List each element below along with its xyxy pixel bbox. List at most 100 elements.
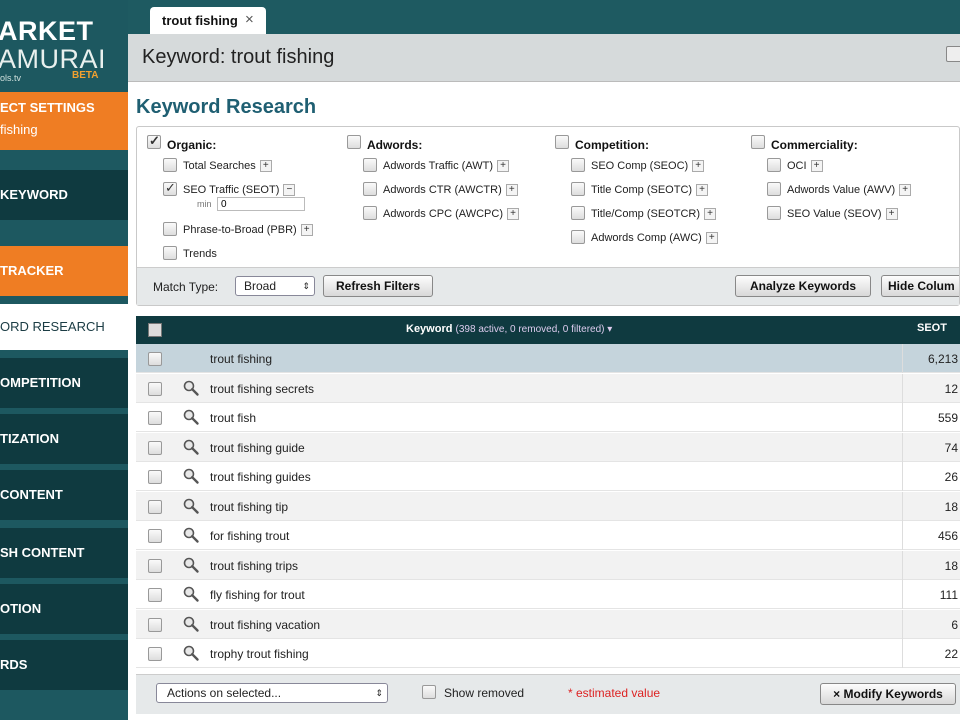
- match-type-select[interactable]: Broad ⇕: [235, 276, 315, 296]
- actions-select[interactable]: Actions on selected... ⇕: [156, 683, 388, 703]
- row-checkbox[interactable]: [148, 470, 162, 484]
- magnifier-icon[interactable]: [182, 615, 200, 633]
- tab-trout-fishing[interactable]: trout fishing ×: [150, 7, 266, 35]
- sidebar-item-content[interactable]: CONTENT: [0, 470, 128, 520]
- magnifier-icon[interactable]: [182, 379, 200, 397]
- plus-icon[interactable]: +: [505, 184, 518, 196]
- modify-keywords-button[interactable]: × Modify Keywords: [820, 683, 956, 705]
- table-row[interactable]: trophy trout fishing 22: [136, 639, 960, 668]
- magnifier-icon[interactable]: [182, 585, 200, 603]
- trends-checkbox[interactable]: [163, 246, 177, 260]
- row-checkbox[interactable]: [148, 529, 162, 543]
- table-row[interactable]: trout fishing tip 18: [136, 491, 960, 521]
- magnifier-icon[interactable]: [182, 408, 200, 426]
- adwords-ctr-checkbox[interactable]: [363, 182, 377, 196]
- adwords-traffic-checkbox[interactable]: [363, 158, 377, 172]
- window-button[interactable]: [946, 46, 960, 62]
- sidebar-item-rewards[interactable]: RDS: [0, 640, 128, 690]
- plus-icon[interactable]: +: [507, 208, 519, 220]
- sidebar-item-project-settings[interactable]: ECT SETTINGS fishing: [0, 92, 128, 150]
- seo-value-checkbox[interactable]: [767, 206, 781, 220]
- minus-icon[interactable]: −: [283, 184, 296, 196]
- keyword-column-header[interactable]: Keyword (398 active, 0 removed, 0 filter…: [406, 323, 612, 335]
- filter-item-label: OCI: [787, 160, 807, 172]
- sidebar-item-competition[interactable]: OMPETITION: [0, 358, 128, 408]
- sidebar-item-publish-content[interactable]: SH CONTENT: [0, 528, 128, 578]
- table-row[interactable]: fly fishing for trout 111: [136, 580, 960, 609]
- adwords-value-checkbox[interactable]: [767, 182, 781, 196]
- adwords-cpc-checkbox[interactable]: [363, 206, 377, 220]
- magnifier-icon[interactable]: [182, 497, 200, 515]
- select-all-checkbox[interactable]: [148, 323, 162, 337]
- seot-cell: 456: [902, 521, 960, 550]
- table-row[interactable]: trout fishing secrets 12: [136, 373, 960, 403]
- sidebar-item-tracker[interactable]: TRACKER: [0, 246, 128, 296]
- sidebar-item-optimization[interactable]: TIZATION: [0, 414, 128, 464]
- seot-cell: 74: [902, 432, 960, 462]
- adwords-comp-checkbox[interactable]: [571, 230, 585, 244]
- plus-icon[interactable]: +: [810, 160, 823, 172]
- min-label: min: [197, 199, 212, 209]
- sidebar-item-keyword[interactable]: KEYWORD: [0, 170, 128, 220]
- seot-column-header[interactable]: SEOT: [917, 322, 947, 334]
- close-icon[interactable]: ×: [245, 11, 254, 28]
- seo-comp-checkbox[interactable]: [571, 158, 585, 172]
- magnifier-icon[interactable]: [182, 467, 200, 485]
- seot-min-input[interactable]: [217, 197, 305, 211]
- magnifier-icon[interactable]: [182, 644, 200, 662]
- plus-icon[interactable]: +: [696, 184, 709, 196]
- sidebar: ARKET AMURAI ols.tv BETA ECT SETTINGS fi…: [0, 0, 128, 720]
- plus-icon[interactable]: +: [885, 208, 898, 220]
- plus-icon[interactable]: +: [259, 160, 272, 172]
- table-row[interactable]: trout fish 559: [136, 403, 960, 432]
- plus-icon[interactable]: +: [704, 208, 716, 220]
- oci-checkbox[interactable]: [767, 158, 781, 172]
- row-checkbox[interactable]: [148, 588, 162, 602]
- plus-icon[interactable]: +: [300, 224, 313, 236]
- magnifier-icon[interactable]: [182, 526, 200, 544]
- competition-checkbox[interactable]: [555, 135, 569, 149]
- filter-group-title: Adwords:: [367, 138, 423, 152]
- row-checkbox[interactable]: [148, 558, 162, 573]
- row-checkbox[interactable]: [148, 499, 162, 514]
- commerciality-checkbox[interactable]: [751, 135, 765, 149]
- seo-traffic-checkbox[interactable]: [163, 180, 177, 196]
- sidebar-item-label: CONTENT: [0, 487, 63, 502]
- total-searches-checkbox[interactable]: [163, 158, 177, 172]
- row-checkbox[interactable]: [148, 352, 162, 366]
- row-checkbox[interactable]: [148, 440, 162, 455]
- sidebar-item-promotion[interactable]: OTION: [0, 584, 128, 634]
- row-checkbox[interactable]: [148, 647, 162, 661]
- table-row[interactable]: for fishing trout 456: [136, 521, 960, 550]
- row-checkbox[interactable]: [148, 411, 162, 425]
- adwords-checkbox[interactable]: [347, 135, 361, 149]
- table-row[interactable]: trout fishing trips 18: [136, 550, 960, 580]
- title-comp-ratio-checkbox[interactable]: [571, 206, 585, 220]
- keyword-cell: trout fish: [210, 411, 257, 425]
- refresh-filters-button[interactable]: Refresh Filters: [323, 275, 433, 297]
- analyze-keywords-button[interactable]: Analyze Keywords: [735, 275, 871, 297]
- sidebar-item-keyword-research[interactable]: ORD RESEARCH: [0, 304, 128, 350]
- title-comp-checkbox[interactable]: [571, 182, 585, 196]
- filter-item-label: Adwords CTR (AWCTR): [383, 184, 502, 196]
- hide-columns-button[interactable]: Hide Colum: [881, 275, 959, 297]
- phrase-to-broad-checkbox[interactable]: [163, 222, 177, 236]
- table-row[interactable]: trout fishing 6,213: [136, 344, 960, 373]
- plus-icon[interactable]: +: [899, 184, 912, 196]
- plus-icon[interactable]: +: [705, 232, 718, 244]
- row-checkbox[interactable]: [148, 381, 162, 396]
- table-row[interactable]: trout fishing guide 74: [136, 432, 960, 462]
- magnifier-icon[interactable]: [182, 438, 200, 456]
- row-checkbox[interactable]: [148, 617, 162, 632]
- organic-checkbox[interactable]: [147, 133, 161, 149]
- main-panel: Keyword: trout fishing Keyword Research …: [128, 34, 960, 720]
- magnifier-icon[interactable]: [182, 556, 200, 574]
- table-row[interactable]: trout fishing guides 26: [136, 462, 960, 491]
- keyword-cell: trout fishing guide: [210, 440, 305, 455]
- plus-icon[interactable]: +: [692, 160, 705, 172]
- keyword-cell: trout fishing guides: [210, 470, 311, 484]
- plus-icon[interactable]: +: [497, 160, 510, 172]
- table-row[interactable]: trout fishing vacation 6: [136, 609, 960, 639]
- show-removed-checkbox[interactable]: [422, 685, 436, 699]
- page-title: Keyword: trout fishing: [142, 46, 335, 68]
